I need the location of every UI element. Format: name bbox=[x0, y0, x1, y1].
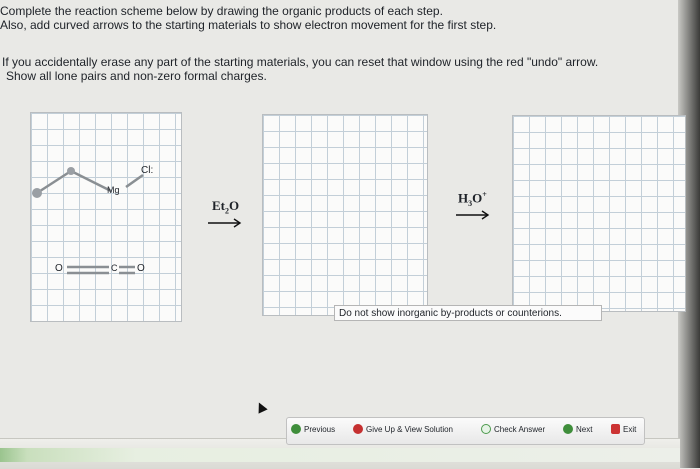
previous-icon bbox=[291, 423, 301, 434]
byproducts-note: Do not show inorganic by-products or cou… bbox=[334, 305, 602, 321]
instruction-line-3: If you accidentally erase any part of th… bbox=[2, 55, 599, 69]
next-icon bbox=[563, 423, 573, 434]
navigation-toolbar: Previous Give Up & View Solution Check A… bbox=[286, 417, 645, 445]
product-canvas-1[interactable] bbox=[262, 114, 428, 316]
instruction-line-4: Show all lone pairs and non-zero formal … bbox=[6, 69, 267, 83]
chlorine-atom[interactable]: Cl: bbox=[141, 165, 153, 176]
next-button[interactable]: Next bbox=[563, 422, 592, 438]
exit-button[interactable]: Exit bbox=[611, 422, 636, 438]
reagent-et2o: Et2O bbox=[212, 198, 240, 216]
molecule-drawing bbox=[32, 167, 144, 275]
give-up-icon bbox=[353, 423, 363, 434]
reagent-h3o-plus: H3O+ bbox=[458, 190, 487, 208]
oxygen-atom-left[interactable]: O bbox=[55, 263, 63, 274]
exit-icon bbox=[611, 423, 620, 434]
mouse-cursor bbox=[254, 400, 268, 414]
instruction-line-2: Also, add curved arrows to the starting … bbox=[0, 18, 497, 32]
reaction-arrow-2 bbox=[456, 210, 490, 220]
previous-button[interactable]: Previous bbox=[291, 422, 335, 438]
oxygen-atom-right[interactable]: O bbox=[137, 263, 145, 274]
give-up-button[interactable]: Give Up & View Solution bbox=[353, 422, 453, 438]
magnesium-atom[interactable]: Mg bbox=[107, 185, 120, 195]
check-icon bbox=[481, 423, 491, 434]
starting-materials-canvas[interactable]: Mg Cl: O C O bbox=[30, 112, 182, 322]
product-canvas-2[interactable] bbox=[512, 115, 686, 312]
check-answer-button[interactable]: Check Answer bbox=[481, 422, 545, 438]
progress-strip bbox=[0, 448, 680, 462]
carbon-atom[interactable]: C bbox=[111, 263, 118, 273]
instruction-line-1: Complete the reaction scheme below by dr… bbox=[0, 4, 443, 18]
reaction-arrow-1 bbox=[208, 218, 242, 228]
